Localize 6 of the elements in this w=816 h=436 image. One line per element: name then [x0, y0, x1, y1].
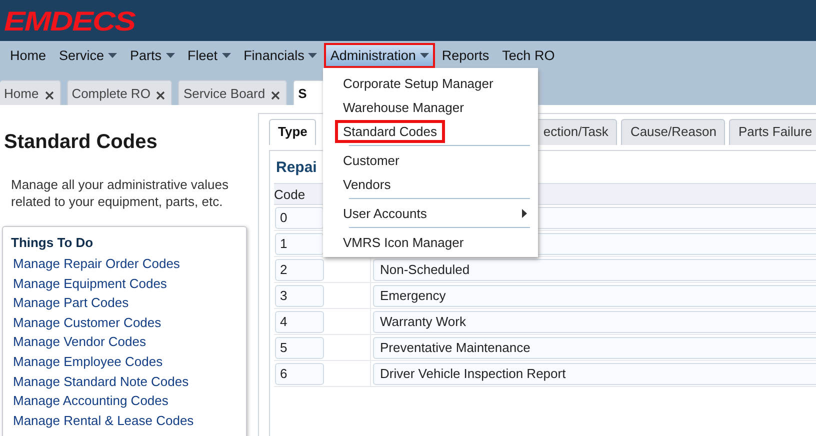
page-description: Manage all your administrative values related to your equipment, parts, etc.	[11, 176, 230, 210]
table-title: Repai	[276, 159, 317, 176]
logo: EMDECS	[4, 8, 135, 34]
page-title: Standard Codes	[4, 131, 158, 154]
panel-heading: Things To Do	[11, 235, 94, 250]
column-header: Code	[274, 187, 306, 202]
